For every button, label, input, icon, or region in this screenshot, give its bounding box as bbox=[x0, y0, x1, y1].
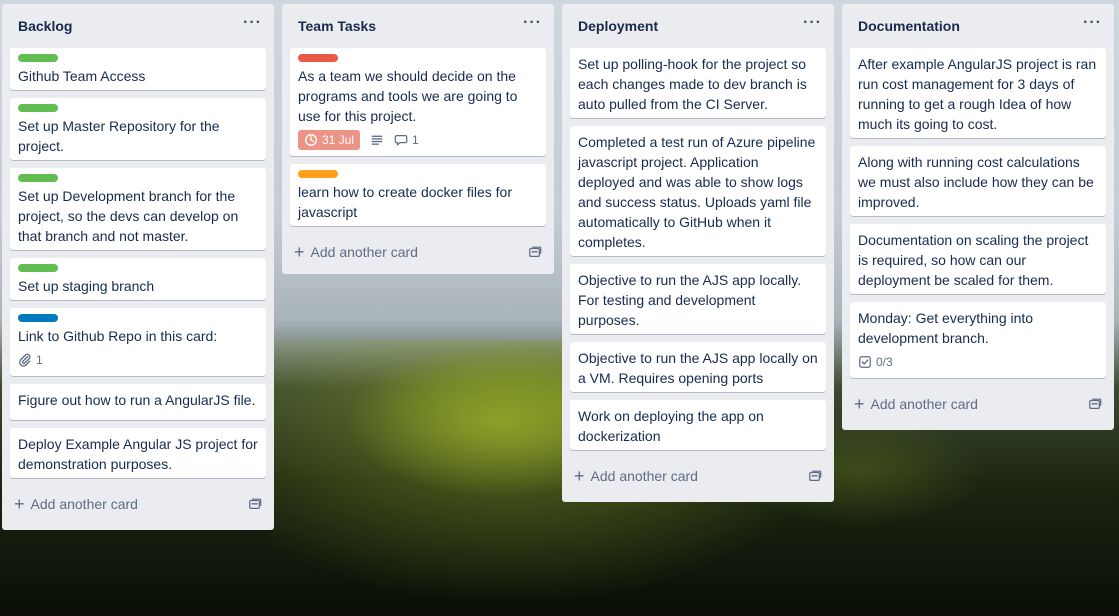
card-title: learn how to create docker files for jav… bbox=[298, 184, 512, 220]
add-card-label: Add another card bbox=[30, 496, 138, 512]
list-title[interactable]: Team Tasks bbox=[298, 18, 376, 34]
card-run-ajs-locally[interactable]: Objective to run the AJS app locally. Fo… bbox=[570, 264, 826, 334]
list-title[interactable]: Deployment bbox=[578, 18, 658, 34]
card-badges: 0/3 bbox=[858, 350, 1098, 374]
label-red[interactable] bbox=[298, 54, 338, 62]
plus-icon: + bbox=[854, 394, 865, 414]
card-github-repo-link[interactable]: Link to Github Repo in this card: 1 bbox=[10, 308, 266, 376]
card-master-repo[interactable]: Set up Master Repository for the project… bbox=[10, 98, 266, 160]
add-card-button[interactable]: + Add another card bbox=[854, 394, 978, 414]
card-dev-branch[interactable]: Set up Development branch for the projec… bbox=[10, 168, 266, 250]
card-badges: 31 Jul 1 bbox=[298, 128, 538, 152]
add-card-row: + Add another card bbox=[2, 486, 274, 522]
add-card-row: + Add another card bbox=[282, 234, 554, 270]
add-card-label: Add another card bbox=[310, 244, 418, 260]
list-title[interactable]: Backlog bbox=[18, 18, 72, 34]
card-title: Set up Development branch for the projec… bbox=[18, 188, 239, 244]
card-decide-programs[interactable]: As a team we should decide on the progra… bbox=[290, 48, 546, 156]
list-menu-icon[interactable]: ··· bbox=[803, 15, 822, 34]
card-title: Documentation on scaling the project is … bbox=[858, 232, 1089, 288]
card-title: Completed a test run of Azure pipeline j… bbox=[578, 134, 816, 250]
card-badges: 1 bbox=[18, 348, 258, 372]
label-green[interactable] bbox=[18, 104, 58, 112]
list-team-tasks: Team Tasks ··· As a team we should decid… bbox=[282, 4, 554, 274]
attachment-badge: 1 bbox=[18, 353, 43, 367]
card-run-ajs-vm[interactable]: Objective to run the AJS app locally on … bbox=[570, 342, 826, 392]
plus-icon: + bbox=[14, 494, 25, 514]
add-card-row: + Add another card bbox=[842, 386, 1114, 422]
card-dockerization[interactable]: Work on deploying the app on dockerizati… bbox=[570, 400, 826, 450]
add-card-label: Add another card bbox=[870, 396, 978, 412]
list-menu-icon[interactable]: ··· bbox=[523, 15, 542, 34]
board: Backlog ··· Github Team Access Set up Ma… bbox=[0, 0, 1119, 616]
template-icon[interactable] bbox=[1088, 397, 1102, 411]
card-deploy-example[interactable]: Deploy Example Angular JS project for de… bbox=[10, 428, 266, 478]
add-card-label: Add another card bbox=[590, 468, 698, 484]
card-title: Monday: Get everything into development … bbox=[858, 310, 1034, 346]
due-date-badge[interactable]: 31 Jul bbox=[298, 130, 361, 150]
label-green[interactable] bbox=[18, 174, 58, 182]
card-title: Github Team Access bbox=[18, 68, 146, 84]
list-header: Deployment ··· bbox=[562, 4, 834, 48]
attachment-count: 1 bbox=[36, 353, 43, 367]
card-title: Set up staging branch bbox=[18, 278, 155, 294]
comment-count: 1 bbox=[412, 133, 419, 147]
list-documentation: Documentation ··· After example AngularJ… bbox=[842, 4, 1114, 430]
card-title: Work on deploying the app on dockerizati… bbox=[578, 408, 764, 444]
template-icon[interactable] bbox=[808, 469, 822, 483]
list-header: Team Tasks ··· bbox=[282, 4, 554, 48]
comment-icon bbox=[394, 135, 408, 146]
add-card-button[interactable]: + Add another card bbox=[294, 242, 418, 262]
card-staging-branch[interactable]: Set up staging branch bbox=[10, 258, 266, 300]
add-card-button[interactable]: + Add another card bbox=[14, 494, 138, 514]
card-monday-dev-branch[interactable]: Monday: Get everything into development … bbox=[850, 302, 1106, 378]
card-title: Link to Github Repo in this card: bbox=[18, 328, 218, 344]
plus-icon: + bbox=[574, 466, 585, 486]
card-title: Along with running cost calculations we … bbox=[858, 154, 1094, 210]
card-run-angularjs[interactable]: Figure out how to run a AngularJS file. bbox=[10, 384, 266, 420]
card-title: Figure out how to run a AngularJS file. bbox=[18, 392, 256, 408]
paperclip-icon bbox=[19, 353, 31, 367]
template-icon[interactable] bbox=[528, 245, 542, 259]
label-green[interactable] bbox=[18, 54, 58, 62]
checklist-count: 0/3 bbox=[876, 355, 893, 369]
list-menu-icon[interactable]: ··· bbox=[243, 15, 262, 34]
card-title: After example AngularJS project is ran r… bbox=[858, 56, 1097, 132]
checklist-badge: 0/3 bbox=[858, 355, 893, 369]
clock-icon bbox=[305, 134, 317, 146]
list-menu-icon[interactable]: ··· bbox=[1083, 15, 1102, 34]
list-header: Documentation ··· bbox=[842, 4, 1114, 48]
list-backlog: Backlog ··· Github Team Access Set up Ma… bbox=[2, 4, 274, 530]
list-deployment: Deployment ··· Set up polling-hook for t… bbox=[562, 4, 834, 502]
card-title: As a team we should decide on the progra… bbox=[298, 68, 518, 124]
plus-icon: + bbox=[294, 242, 305, 262]
add-card-button[interactable]: + Add another card bbox=[574, 466, 698, 486]
due-date: 31 Jul bbox=[322, 133, 355, 147]
list-title[interactable]: Documentation bbox=[858, 18, 960, 34]
label-blue[interactable] bbox=[18, 314, 58, 322]
card-title: Set up polling-hook for the project so e… bbox=[578, 56, 807, 112]
description-icon bbox=[371, 135, 383, 145]
label-green[interactable] bbox=[18, 264, 58, 272]
checklist-icon bbox=[859, 356, 871, 368]
add-card-row: + Add another card bbox=[562, 458, 834, 494]
list-header: Backlog ··· bbox=[2, 4, 274, 48]
card-docker-files[interactable]: learn how to create docker files for jav… bbox=[290, 164, 546, 226]
card-azure-pipeline[interactable]: Completed a test run of Azure pipeline j… bbox=[570, 126, 826, 256]
card-cost-improvements[interactable]: Along with running cost calculations we … bbox=[850, 146, 1106, 216]
label-orange[interactable] bbox=[298, 170, 338, 178]
card-polling-hook[interactable]: Set up polling-hook for the project so e… bbox=[570, 48, 826, 118]
card-title: Set up Master Repository for the project… bbox=[18, 118, 220, 154]
template-icon[interactable] bbox=[248, 497, 262, 511]
card-scaling-docs[interactable]: Documentation on scaling the project is … bbox=[850, 224, 1106, 294]
card-title: Deploy Example Angular JS project for de… bbox=[18, 436, 258, 472]
card-title: Objective to run the AJS app locally. Fo… bbox=[578, 272, 802, 328]
comment-badge: 1 bbox=[394, 133, 419, 147]
card-github-team-access[interactable]: Github Team Access bbox=[10, 48, 266, 90]
card-title: Objective to run the AJS app locally on … bbox=[578, 350, 818, 386]
card-cost-management[interactable]: After example AngularJS project is ran r… bbox=[850, 48, 1106, 138]
